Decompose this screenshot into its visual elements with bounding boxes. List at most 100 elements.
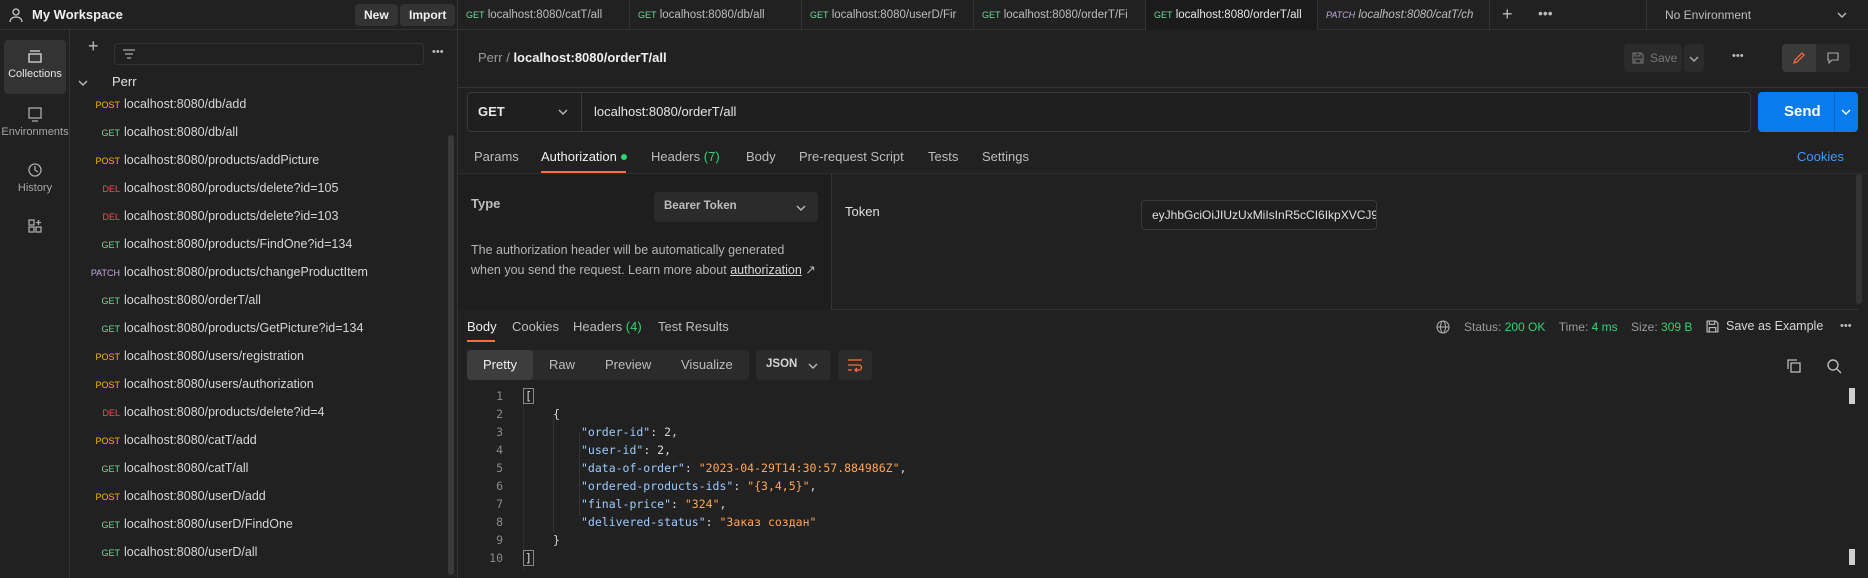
list-item[interactable]: GET localhost:8080/catT/all xyxy=(70,454,442,482)
save-button[interactable]: Save xyxy=(1624,44,1682,72)
list-item[interactable]: GET localhost:8080/userD/all xyxy=(70,538,442,566)
list-item[interactable]: GET localhost:8080/products/GetPicture?id… xyxy=(70,314,442,342)
token-input[interactable]: eyJhbGciOiJIUzUxMiIsInR5cCI6IkpXVCJ9.ey.… xyxy=(1141,200,1377,230)
sidebar-item-environments[interactable]: Environments xyxy=(0,98,70,152)
request-tab[interactable]: PATCH localhost:8080/catT/ch xyxy=(1318,0,1490,30)
list-item[interactable]: PATCH localhost:8080/products/changeProdu… xyxy=(70,258,442,286)
environment-selector[interactable]: No Environment xyxy=(1646,0,1868,30)
list-item[interactable]: GET localhost:8080/products/FindOne?id=13… xyxy=(70,230,442,258)
save-as-example-button[interactable]: Save as Example xyxy=(1726,319,1823,333)
wrap-lines-button[interactable] xyxy=(838,350,872,380)
copy-icon[interactable] xyxy=(1786,358,1802,374)
indent-guide xyxy=(579,432,580,516)
new-tab-plus-icon[interactable]: + xyxy=(1502,4,1513,25)
editor-scrollbar-bottom[interactable] xyxy=(1849,549,1855,565)
editor-scrollbar-top[interactable] xyxy=(1849,388,1855,404)
tab-params[interactable]: Params xyxy=(474,149,519,164)
token-value: eyJhbGciOiJIUzUxMiIsInR5cCI6IkpXVCJ9.ey.… xyxy=(1152,208,1377,222)
list-item[interactable]: GET localhost:8080/userD/FindOne xyxy=(70,510,442,538)
auth-active-dot xyxy=(621,154,627,160)
search-icon[interactable] xyxy=(1826,358,1842,374)
tab-body[interactable]: Body xyxy=(746,149,776,164)
request-more-icon[interactable]: ••• xyxy=(1732,50,1744,62)
send-divider xyxy=(1834,92,1835,132)
breadcrumb-parent[interactable]: Perr xyxy=(478,50,503,65)
workspace-title[interactable]: My Workspace xyxy=(32,7,123,22)
tab-headers[interactable]: Headers (7) xyxy=(651,149,720,164)
url-input[interactable]: localhost:8080/orderT/all xyxy=(594,104,736,119)
tab-overflow-icon[interactable]: ••• xyxy=(1538,5,1553,21)
authorization-link[interactable]: authorization xyxy=(730,263,802,277)
user-icon xyxy=(9,8,23,23)
environment-label: No Environment xyxy=(1665,8,1752,22)
list-item[interactable]: POST localhost:8080/users/authorization xyxy=(70,370,442,398)
chevron-down-icon[interactable] xyxy=(1841,107,1851,117)
chevron-down-icon xyxy=(808,363,818,369)
add-workbench-icon xyxy=(28,219,42,233)
view-raw[interactable]: Raw xyxy=(549,357,575,372)
method-select[interactable]: GET xyxy=(468,93,582,131)
globe-icon[interactable] xyxy=(1436,320,1450,334)
sidebar-item-history[interactable]: History xyxy=(0,154,70,208)
list-item[interactable]: POST localhost:8080/users/registration xyxy=(70,342,442,370)
save-icon xyxy=(1706,320,1719,333)
active-tab-indicator xyxy=(467,340,495,342)
url-bar: GET localhost:8080/orderT/all xyxy=(467,92,1751,132)
tab-response-headers[interactable]: Headers (4) xyxy=(573,319,642,334)
tab-prerequest-script[interactable]: Pre-request Script xyxy=(799,149,904,164)
time-value[interactable]: 4 ms xyxy=(1592,320,1618,334)
cookies-link[interactable]: Cookies xyxy=(1797,149,1844,164)
sidebar-item-collections[interactable]: Collections xyxy=(4,40,66,94)
send-button[interactable]: Send xyxy=(1758,92,1858,132)
save-options-button[interactable] xyxy=(1684,44,1704,72)
edit-mode-button[interactable] xyxy=(1782,44,1816,72)
sidebar-item-add-workbench[interactable] xyxy=(0,210,70,264)
tab-response-body[interactable]: Body xyxy=(467,319,497,334)
format-select[interactable]: JSON xyxy=(756,350,830,380)
auth-type-select[interactable]: Bearer Token xyxy=(654,192,818,222)
request-tab[interactable]: GET localhost:8080/userD/Fir xyxy=(802,0,974,30)
list-item[interactable]: POST localhost:8080/catT/add xyxy=(70,426,442,454)
collection-name: Perr xyxy=(112,74,137,89)
status-value[interactable]: 200 OK xyxy=(1505,320,1546,334)
response-more-icon[interactable]: ••• xyxy=(1840,320,1852,332)
new-button[interactable]: New xyxy=(355,4,398,26)
tab-test-results[interactable]: Test Results xyxy=(658,319,729,334)
comments-button[interactable] xyxy=(1816,44,1850,72)
history-icon xyxy=(28,163,42,177)
view-pretty[interactable]: Pretty xyxy=(467,350,533,380)
chevron-down-icon xyxy=(1837,12,1847,18)
token-label: Token xyxy=(845,204,880,219)
sidebar-item-label: Collections xyxy=(8,68,62,80)
request-tab-active[interactable]: GET localhost:8080/orderT/all xyxy=(1146,0,1318,30)
collection-more-icon[interactable]: ••• xyxy=(432,46,444,58)
view-preview[interactable]: Preview xyxy=(605,357,651,372)
request-tab[interactable]: GET localhost:8080/orderT/Fi xyxy=(974,0,1146,30)
list-item[interactable]: DEL localhost:8080/products/delete?id=105 xyxy=(70,174,442,202)
tab-response-cookies[interactable]: Cookies xyxy=(512,319,559,334)
size-value[interactable]: 309 B xyxy=(1661,320,1692,334)
list-item[interactable]: DEL localhost:8080/products/delete?id=4 xyxy=(70,398,442,426)
tab-settings[interactable]: Settings xyxy=(982,149,1029,164)
auth-scrollbar[interactable] xyxy=(1856,174,1862,304)
list-item[interactable]: POST localhost:8080/products/addPicture xyxy=(70,146,442,174)
indent-guide xyxy=(553,414,554,532)
response-body-editor[interactable]: 1 [ 2 { 3 "order-id": 2, 4 "user-id": 2,… xyxy=(467,387,1855,573)
request-tab[interactable]: GET localhost:8080/catT/all xyxy=(458,0,630,30)
list-item[interactable]: DEL localhost:8080/products/delete?id=103 xyxy=(70,202,442,230)
request-tab[interactable]: GET localhost:8080/db/all xyxy=(630,0,802,30)
import-button[interactable]: Import xyxy=(400,4,456,26)
collection-search-input[interactable] xyxy=(114,43,424,65)
list-item[interactable]: POST localhost:8080/userD/add xyxy=(70,482,442,510)
list-item[interactable]: POST localhost:8080/db/add xyxy=(70,90,442,118)
add-collection-icon[interactable]: + xyxy=(88,36,99,57)
list-item[interactable]: GET localhost:8080/db/all xyxy=(70,118,442,146)
filter-icon xyxy=(123,49,135,59)
breadcrumb-separator: / xyxy=(506,50,510,65)
view-visualize[interactable]: Visualize xyxy=(681,357,733,372)
tab-authorization[interactable]: Authorization xyxy=(541,149,617,164)
sidebar-scrollbar[interactable] xyxy=(448,135,454,575)
chevron-down-icon xyxy=(796,205,806,211)
list-item[interactable]: GET localhost:8080/orderT/all xyxy=(70,286,442,314)
tab-tests[interactable]: Tests xyxy=(928,149,958,164)
